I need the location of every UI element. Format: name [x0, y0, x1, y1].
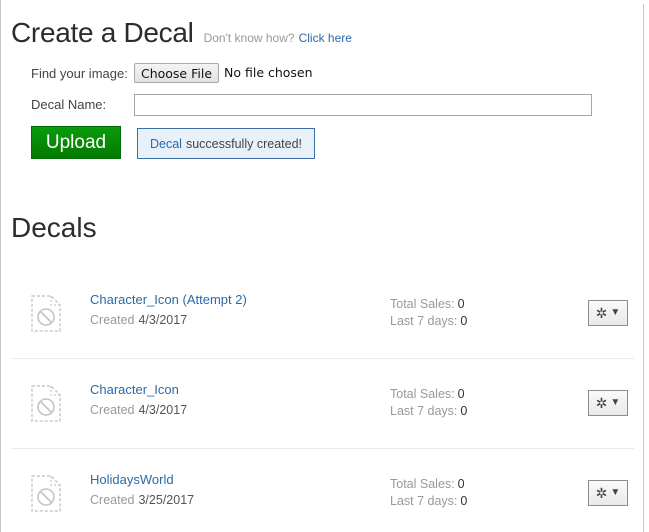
unavailable-image-icon[interactable] [31, 475, 61, 512]
decal-name-link[interactable]: Character_Icon (Attempt 2) [90, 292, 247, 307]
unavailable-image-icon[interactable] [31, 385, 61, 422]
total-sales: Total Sales: 0 [390, 387, 465, 401]
last-7-days-value: 0 [460, 404, 468, 418]
decal-name-link[interactable]: Character_Icon [90, 382, 179, 397]
created-label: Created [90, 313, 135, 327]
gear-icon: ✲ [595, 485, 608, 501]
last-7-days-label: Last 7 days: [390, 404, 458, 418]
last-7-days-label: Last 7 days: [390, 494, 458, 508]
unavailable-image-icon[interactable] [31, 295, 61, 332]
created-info: Created 4/3/2017 [90, 403, 187, 417]
created-label: Created [90, 493, 135, 507]
last-7-days: Last 7 days: 0 [390, 404, 467, 418]
upload-button[interactable]: Upload [31, 126, 121, 159]
caret-down-icon: ▼ [610, 397, 621, 408]
created-info: Created 4/3/2017 [90, 313, 187, 327]
help-text: Don't know how? [203, 31, 295, 45]
created-date: 4/3/2017 [138, 313, 188, 327]
gear-icon: ✲ [595, 305, 608, 321]
total-sales-label: Total Sales: [390, 477, 455, 491]
decal-options-button[interactable]: ✲ ▼ [588, 480, 628, 506]
decal-name-link[interactable]: HolidaysWorld [90, 472, 174, 487]
last-7-days: Last 7 days: 0 [390, 494, 467, 508]
decal-link[interactable]: Decal [150, 137, 182, 151]
last-7-days-value: 0 [460, 314, 468, 328]
created-label: Created [90, 403, 135, 417]
create-decal-header: Create a Decal Don't know how? Click her… [11, 17, 352, 49]
decal-row: Character_Icon (Attempt 2) Created 4/3/20… [11, 269, 634, 359]
last-7-days-label: Last 7 days: [390, 314, 458, 328]
decals-section-title: Decals [11, 212, 97, 243]
total-sales-label: Total Sales: [390, 387, 455, 401]
total-sales-label: Total Sales: [390, 297, 455, 311]
decal-options-button[interactable]: ✲ ▼ [588, 300, 628, 326]
success-text: successfully created! [185, 136, 302, 151]
click-here-link[interactable]: Click here [299, 31, 352, 45]
decal-row: Character_Icon Created 4/3/2017 Total Sal… [11, 359, 634, 449]
page-title: Create a Decal [11, 17, 194, 48]
created-date: 4/3/2017 [138, 403, 188, 417]
decal-name-input[interactable] [134, 94, 592, 116]
total-sales-value: 0 [457, 387, 465, 401]
scrollbar-track[interactable] [643, 4, 644, 532]
find-image-label: Find your image: [31, 66, 128, 81]
total-sales: Total Sales: 0 [390, 297, 465, 311]
total-sales-value: 0 [457, 477, 465, 491]
success-message: Decal successfully created! [137, 128, 315, 159]
last-7-days: Last 7 days: 0 [390, 314, 467, 328]
page-border-left [0, 0, 1, 532]
total-sales: Total Sales: 0 [390, 477, 465, 491]
last-7-days-value: 0 [460, 494, 468, 508]
total-sales-value: 0 [457, 297, 465, 311]
caret-down-icon: ▼ [610, 307, 621, 318]
created-info: Created 3/25/2017 [90, 493, 194, 507]
decal-row: HolidaysWorld Created 3/25/2017 Total Sal… [11, 449, 634, 532]
decal-options-button[interactable]: ✲ ▼ [588, 390, 628, 416]
decal-name-label: Decal Name: [31, 97, 107, 112]
created-date: 3/25/2017 [138, 493, 195, 507]
gear-icon: ✲ [595, 395, 608, 411]
choose-file-button[interactable]: Choose File [134, 63, 219, 83]
caret-down-icon: ▼ [610, 487, 621, 498]
no-file-chosen-text: No file chosen [224, 65, 313, 80]
